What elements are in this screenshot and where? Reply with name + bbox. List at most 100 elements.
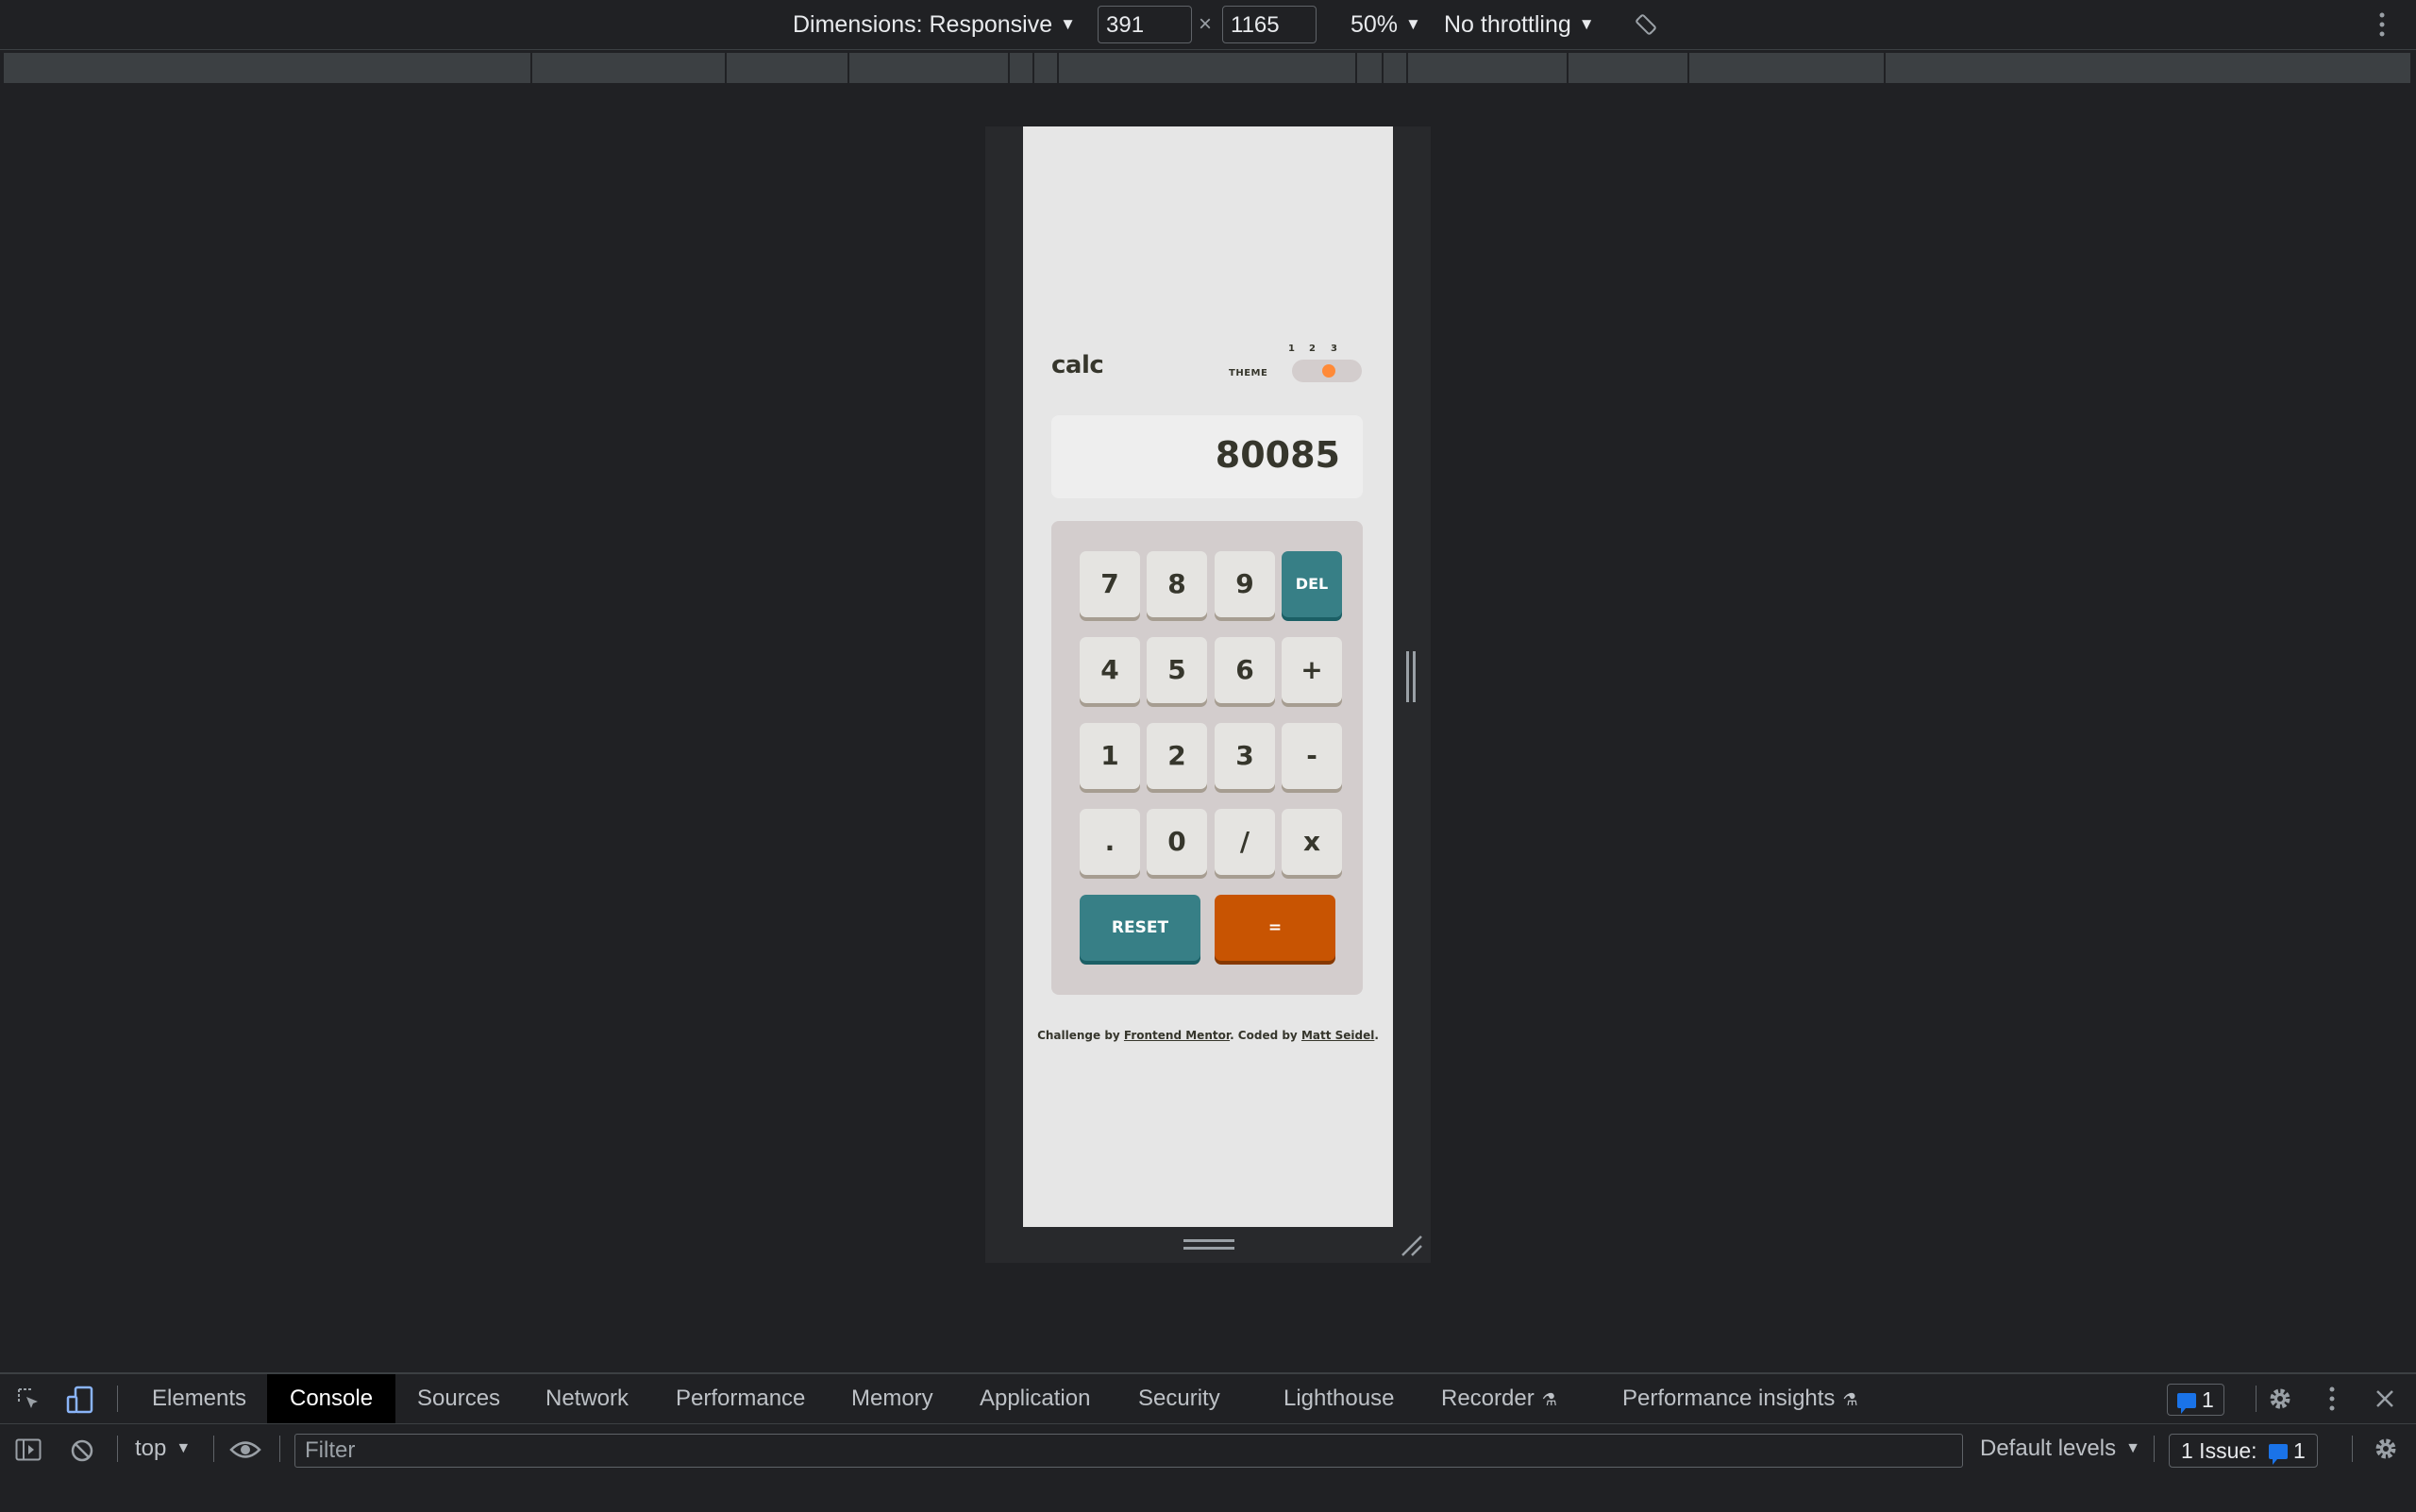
media-query-segment[interactable] — [1408, 53, 1569, 83]
media-query-segment[interactable] — [1384, 53, 1408, 83]
key-8[interactable]: 8 — [1147, 551, 1207, 617]
frontend-mentor-link[interactable]: Frontend Mentor — [1124, 1029, 1230, 1042]
height-resize-handle[interactable] — [1183, 1239, 1234, 1250]
experiment-flask-icon: ⚗ — [1541, 1390, 1557, 1409]
tab-performance[interactable]: Performance — [676, 1374, 805, 1423]
attribution: Challenge by Frontend Mentor. Coded by M… — [1023, 1029, 1393, 1042]
media-query-segment[interactable] — [1689, 53, 1886, 83]
display-value: 80085 — [1215, 434, 1340, 476]
key-divide[interactable]: / — [1215, 809, 1275, 875]
theme-toggle[interactable] — [1292, 360, 1362, 382]
key-6[interactable]: 6 — [1215, 637, 1275, 703]
tab-memory[interactable]: Memory — [851, 1374, 933, 1423]
tab-console[interactable]: Console — [267, 1374, 396, 1423]
tab-recorder-label: Recorder — [1441, 1386, 1535, 1411]
key-minus[interactable]: - — [1282, 723, 1342, 789]
separator — [2256, 1386, 2257, 1412]
log-levels-dropdown[interactable]: Default levels ▼ — [1980, 1424, 2140, 1473]
key-5[interactable]: 5 — [1147, 637, 1207, 703]
media-query-segment[interactable] — [4, 53, 532, 83]
media-query-segment[interactable] — [1569, 53, 1689, 83]
separator — [2154, 1436, 2155, 1462]
tab-security[interactable]: Security — [1138, 1374, 1220, 1423]
device-toolbar: Dimensions: Responsive ▼ 391 × 1165 50% ▼ … — [0, 0, 2416, 50]
tab-sources[interactable]: Sources — [417, 1374, 500, 1423]
media-query-segment[interactable] — [1059, 53, 1357, 83]
zoom-dropdown[interactable]: 50% ▼ — [1351, 0, 1421, 49]
live-expression-eye-icon[interactable] — [229, 1439, 261, 1460]
key-decimal[interactable]: . — [1080, 809, 1140, 875]
tab-network[interactable]: Network — [545, 1374, 629, 1423]
corner-resize-icon[interactable] — [1399, 1233, 1423, 1257]
sidebar-toggle-icon[interactable] — [15, 1438, 42, 1461]
height-input[interactable]: 1165 — [1222, 6, 1317, 43]
dimensions-dropdown[interactable]: Dimensions: Responsive ▼ — [793, 0, 1076, 49]
media-query-segment[interactable] — [1010, 53, 1034, 83]
device-viewport: calc THEME 1 2 3 80085 7 8 9 DEL 4 5 6 +… — [1023, 126, 1393, 1227]
clear-console-icon[interactable] — [70, 1438, 94, 1463]
tab-elements[interactable]: Elements — [152, 1374, 246, 1423]
inspect-element-icon[interactable] — [17, 1387, 42, 1412]
context-dropdown[interactable]: top ▼ — [135, 1424, 191, 1473]
key-9[interactable]: 9 — [1215, 551, 1275, 617]
dimensions-label: Dimensions: Responsive — [793, 11, 1053, 38]
key-0[interactable]: 0 — [1147, 809, 1207, 875]
media-query-segment[interactable] — [1357, 53, 1384, 83]
width-input[interactable]: 391 — [1098, 6, 1192, 43]
tab-performance-insights-label: Performance insights — [1622, 1386, 1836, 1411]
key-3[interactable]: 3 — [1215, 723, 1275, 789]
device-toggle-icon[interactable] — [66, 1386, 94, 1414]
filter-input[interactable]: Filter — [294, 1434, 1963, 1468]
reset-button[interactable]: RESET — [1080, 895, 1200, 961]
close-icon[interactable] — [2374, 1388, 2395, 1409]
throttling-value: No throttling — [1444, 11, 1571, 38]
width-resize-handle[interactable] — [1406, 651, 1416, 702]
theme-label: THEME — [1229, 368, 1268, 378]
calculator-display: 80085 — [1051, 415, 1363, 498]
issues-button[interactable]: 1 Issue: 1 — [2169, 1434, 2318, 1468]
separator — [279, 1436, 280, 1462]
message-icon — [2177, 1393, 2196, 1414]
media-query-bar[interactable] — [0, 53, 2416, 83]
theme-option-1: 1 — [1288, 344, 1295, 354]
dropdown-arrow-icon: ▼ — [1060, 15, 1076, 33]
experiment-flask-icon: ⚗ — [1842, 1390, 1858, 1409]
author-link[interactable]: Matt Seidel — [1301, 1029, 1374, 1042]
settings-gear-icon[interactable] — [2267, 1386, 2293, 1412]
tab-recorder[interactable]: Recorder ⚗ — [1441, 1374, 1557, 1423]
key-1[interactable]: 1 — [1080, 723, 1140, 789]
log-levels-value: Default levels — [1980, 1436, 2117, 1461]
attribution-suffix: . — [1374, 1029, 1379, 1042]
media-query-segment[interactable] — [849, 53, 1010, 83]
key-2[interactable]: 2 — [1147, 723, 1207, 789]
tab-performance-insights[interactable]: Performance insights ⚗ — [1622, 1374, 1858, 1423]
context-value: top — [135, 1436, 167, 1461]
tab-application[interactable]: Application — [980, 1374, 1090, 1423]
issue-message-icon — [2268, 1444, 2288, 1465]
media-query-segment[interactable] — [1886, 53, 2412, 83]
media-query-segment[interactable] — [532, 53, 727, 83]
attribution-prefix: Challenge by — [1037, 1029, 1124, 1042]
equals-button[interactable]: = — [1215, 895, 1335, 961]
console-settings-gear-icon[interactable] — [2373, 1436, 2399, 1462]
delete-button[interactable]: DEL — [1282, 551, 1342, 617]
separator — [117, 1386, 118, 1412]
media-query-segment[interactable] — [1034, 53, 1059, 83]
separator — [213, 1436, 214, 1462]
separator — [117, 1436, 118, 1462]
theme-toggle-knob[interactable] — [1322, 364, 1335, 378]
more-options-icon[interactable] — [2378, 11, 2386, 38]
devtools-more-icon[interactable] — [2328, 1386, 2336, 1412]
key-multiply[interactable]: x — [1282, 809, 1342, 875]
tab-lighthouse[interactable]: Lighthouse — [1284, 1374, 1394, 1423]
issues-count: 1 — [2292, 1438, 2306, 1463]
key-7[interactable]: 7 — [1080, 551, 1140, 617]
devtools-tabbar: Elements Console Sources Network Perform… — [0, 1374, 2416, 1424]
media-query-segment[interactable] — [727, 53, 849, 83]
key-plus[interactable]: + — [1282, 637, 1342, 703]
key-4[interactable]: 4 — [1080, 637, 1140, 703]
dropdown-arrow-icon: ▼ — [176, 1440, 192, 1456]
rotate-icon[interactable] — [1635, 13, 1657, 36]
messages-badge[interactable]: 1 — [2167, 1384, 2224, 1416]
throttling-dropdown[interactable]: No throttling ▼ — [1444, 0, 1595, 49]
